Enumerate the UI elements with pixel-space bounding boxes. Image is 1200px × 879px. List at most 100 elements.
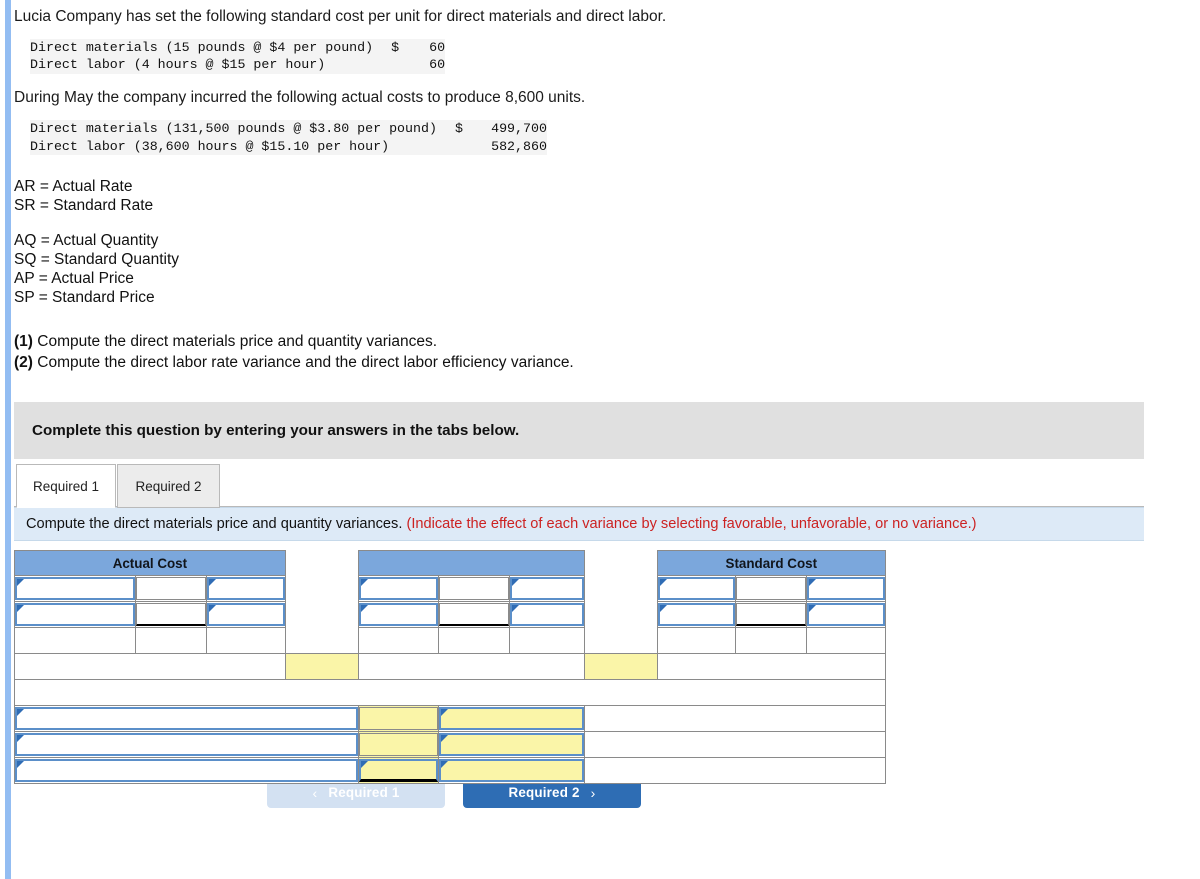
cell-middle-select-a1[interactable] [357, 575, 440, 603]
cell-variance-amount-1[interactable] [357, 705, 440, 733]
cell-variance-trailing-1 [583, 705, 887, 733]
fact-label: Direct labor (4 hours @ $15 per hour) [30, 57, 326, 73]
definition-line: AR = Actual Rate [14, 178, 133, 196]
variance-effect-select[interactable] [439, 733, 584, 757]
gap-cell-left-2 [285, 601, 359, 628]
cell-middle-select-a2[interactable] [357, 601, 440, 629]
grid-data-row-3 [13, 627, 886, 655]
cell-standard-number-a1[interactable] [735, 575, 808, 603]
cell-variance-effect-1[interactable] [438, 705, 585, 733]
cell-actual-plain-c3[interactable] [205, 627, 286, 655]
requirements-block: (1) Compute the direct materials price a… [14, 332, 1186, 373]
cell-standard-select-a2[interactable] [656, 601, 737, 629]
variance-select[interactable] [807, 603, 885, 627]
gap-cell-left-1 [285, 575, 359, 602]
table-row: Direct materials (131,500 pounds @ $3.80… [30, 120, 547, 138]
cell-middle-number-a1[interactable] [438, 575, 511, 603]
definitions-spacer [14, 216, 1186, 231]
cell-middle-total[interactable] [357, 653, 585, 681]
grid-header-row: Actual Cost Standard Cost [14, 550, 887, 577]
cell-actual-number-a1[interactable] [135, 575, 207, 603]
amount-input[interactable] [439, 577, 510, 601]
cell-actual-number-a2[interactable] [135, 601, 207, 629]
spacer-cell [14, 679, 886, 707]
cell-standard-plain-b3[interactable] [735, 627, 808, 655]
header-middle [357, 550, 585, 577]
variance-name-select[interactable] [15, 759, 358, 783]
variance-select[interactable] [657, 577, 736, 601]
amount-input[interactable] [439, 603, 510, 627]
cell-middle-plain-b3[interactable] [438, 627, 511, 655]
cell-actual-select-a1[interactable] [13, 575, 137, 603]
cell-variance-effect-3[interactable] [438, 757, 585, 785]
grid-variance-row-1 [14, 705, 887, 733]
cell-actual-select-b2[interactable] [205, 601, 286, 629]
cell-middle-plain-c3[interactable] [509, 627, 585, 655]
variance-name-select[interactable] [15, 733, 358, 757]
variance-select[interactable] [358, 577, 439, 601]
variance-select[interactable] [358, 603, 439, 627]
variance-select[interactable] [510, 577, 584, 601]
cell-standard-select-b1[interactable] [806, 575, 886, 603]
table-row: Direct materials (15 pounds @ $4 per pou… [30, 39, 445, 57]
actual-cost-fact-table: Direct materials (131,500 pounds @ $3.80… [30, 119, 547, 156]
variance-select[interactable] [807, 577, 885, 601]
requirement-number: (2) [14, 353, 33, 371]
cell-actual-plain-a3[interactable] [13, 627, 137, 655]
tab-required-2[interactable]: Required 2 [117, 464, 220, 509]
variance-amount-input[interactable] [358, 707, 439, 731]
variance-amount-input[interactable] [358, 759, 439, 783]
variance-select[interactable] [657, 603, 736, 627]
variance-select[interactable] [206, 577, 285, 601]
amount-input[interactable] [136, 577, 206, 601]
cell-standard-total[interactable] [656, 653, 887, 681]
requirement-text: Compute the direct labor rate variance a… [37, 353, 574, 371]
variance-amount-input[interactable] [358, 733, 439, 757]
cell-standard-plain-c3[interactable] [806, 627, 886, 655]
cell-middle-number-a2[interactable] [438, 601, 511, 629]
cell-middle-select-b2[interactable] [509, 601, 585, 629]
cell-standard-number-a2[interactable] [735, 601, 808, 629]
cell-variance-label-3[interactable] [14, 757, 359, 785]
cell-standard-plain-a3[interactable] [656, 627, 737, 655]
variance-effect-select[interactable] [439, 759, 584, 783]
amount-input[interactable] [736, 577, 807, 601]
cell-actual-select-a2[interactable] [13, 601, 137, 629]
variance-select[interactable] [15, 577, 136, 601]
amount-input[interactable] [736, 603, 807, 627]
yellow-gap-left[interactable] [284, 653, 359, 681]
cell-actual-total[interactable] [14, 653, 286, 681]
variance-name-select[interactable] [15, 707, 358, 731]
answer-grid: Actual Cost Standard Cost [13, 550, 894, 785]
cell-middle-plain-a3[interactable] [357, 627, 440, 655]
variance-effect-select[interactable] [439, 707, 584, 731]
amount-input[interactable] [136, 603, 206, 627]
cell-variance-amount-2[interactable] [357, 731, 440, 759]
fact-label: Direct materials (131,500 pounds @ $3.80… [30, 120, 437, 136]
header-gap-right [584, 550, 658, 576]
cell-standard-select-b2[interactable] [806, 601, 886, 629]
grid-variance-row-2 [14, 731, 887, 759]
variance-select[interactable] [510, 603, 584, 627]
worksheet-page: Lucia Company has set the following stan… [13, 0, 1186, 809]
requirement-text: Compute the direct materials price and q… [37, 333, 438, 351]
variance-select[interactable] [15, 603, 136, 627]
definition-line: SQ = Standard Quantity [14, 250, 179, 268]
header-gap-left [285, 550, 359, 576]
variance-select[interactable] [206, 603, 285, 627]
cell-variance-label-2[interactable] [14, 731, 359, 759]
instruction-main: Compute the direct materials price and q… [26, 516, 403, 533]
cell-variance-label-1[interactable] [14, 705, 359, 733]
tab-required-1[interactable]: Required 1 [16, 464, 116, 509]
cell-actual-select-b1[interactable] [205, 575, 286, 603]
standard-cost-fact-table: Direct materials (15 pounds @ $4 per pou… [30, 38, 446, 75]
fact-label: Direct labor (38,600 hours @ $15.10 per … [30, 138, 390, 154]
definition-line: SR = Standard Rate [14, 197, 154, 215]
yellow-gap-right[interactable] [583, 653, 658, 681]
cell-variance-amount-3[interactable] [357, 757, 440, 785]
cell-variance-effect-2[interactable] [438, 731, 585, 759]
cell-standard-select-a1[interactable] [656, 575, 737, 603]
fact-currency [373, 56, 399, 74]
cell-actual-plain-b3[interactable] [135, 627, 207, 655]
cell-middle-select-b1[interactable] [509, 575, 585, 603]
